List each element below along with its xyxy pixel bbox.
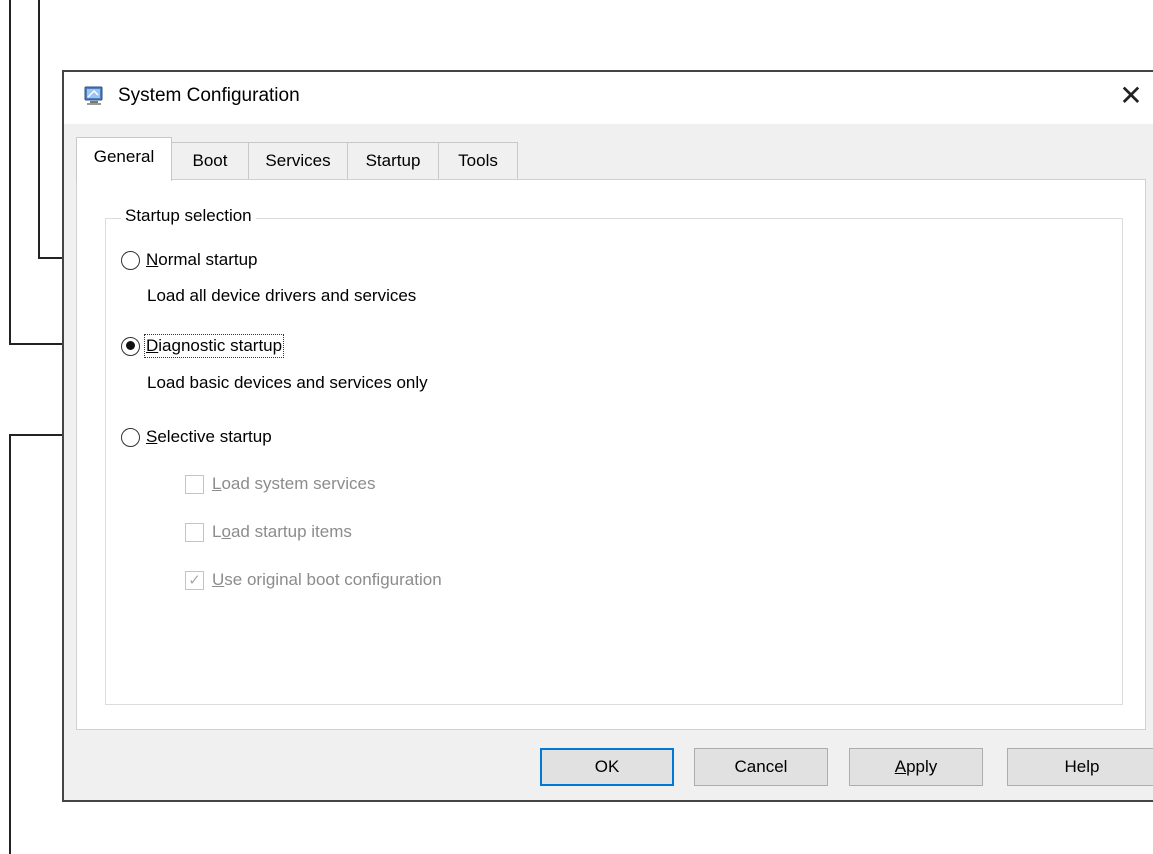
ok-button[interactable]: OK bbox=[540, 748, 674, 786]
radio-circle-checked[interactable] bbox=[121, 336, 140, 356]
callout-line-vertical-2 bbox=[38, 0, 40, 258]
system-config-icon bbox=[84, 86, 103, 105]
tab-tools[interactable]: Tools bbox=[438, 142, 518, 180]
callout-line-vertical-3 bbox=[9, 434, 11, 854]
tab-startup[interactable]: Startup bbox=[347, 142, 439, 180]
use-original-boot-config-checkbox[interactable]: ✓ Use original boot configuration bbox=[185, 570, 442, 590]
normal-startup-label: Normal startup bbox=[146, 250, 258, 269]
close-icon[interactable]: ✕ bbox=[1114, 79, 1148, 113]
cancel-button[interactable]: Cancel bbox=[694, 748, 828, 786]
tab-boot[interactable]: Boot bbox=[171, 142, 249, 180]
normal-startup-description: Load all device drivers and services bbox=[147, 286, 417, 305]
load-system-services-label: Load system services bbox=[212, 474, 376, 493]
selective-startup-label: Selective startup bbox=[146, 427, 272, 446]
load-system-services-checkbox[interactable]: Load system services bbox=[185, 474, 375, 494]
diagnostic-startup-description: Load basic devices and services only bbox=[147, 373, 428, 392]
diagnostic-startup-radio[interactable]: Diagnostic startup bbox=[121, 334, 285, 358]
use-original-boot-config-label: Use original boot configuration bbox=[212, 570, 442, 589]
callout-line-vertical-1 bbox=[9, 0, 11, 344]
radio-circle[interactable] bbox=[121, 427, 140, 447]
checkmark-icon[interactable]: ✓ bbox=[185, 570, 204, 590]
title-bar: System Configuration ✕ bbox=[64, 72, 1153, 124]
load-startup-items-label: Load startup items bbox=[212, 522, 352, 541]
general-tab-panel: Startup selection Normal startup Load al… bbox=[76, 179, 1146, 730]
window-title: System Configuration bbox=[118, 85, 300, 106]
tab-services[interactable]: Services bbox=[248, 142, 348, 180]
normal-startup-radio[interactable]: Normal startup bbox=[121, 250, 257, 270]
selective-startup-radio[interactable]: Selective startup bbox=[121, 427, 272, 447]
apply-button[interactable]: Apply bbox=[849, 748, 983, 786]
radio-circle[interactable] bbox=[121, 250, 140, 270]
checkbox-box[interactable] bbox=[185, 474, 204, 494]
tab-general[interactable]: General bbox=[76, 137, 172, 181]
group-legend: Startup selection bbox=[121, 206, 256, 226]
help-button[interactable]: Help bbox=[1007, 748, 1153, 786]
diagnostic-startup-label: Diagnostic startup bbox=[143, 334, 285, 358]
checkbox-box[interactable] bbox=[185, 522, 204, 542]
load-startup-items-checkbox[interactable]: Load startup items bbox=[185, 522, 352, 542]
system-configuration-dialog: System Configuration ✕ General Boot Serv… bbox=[62, 70, 1153, 802]
